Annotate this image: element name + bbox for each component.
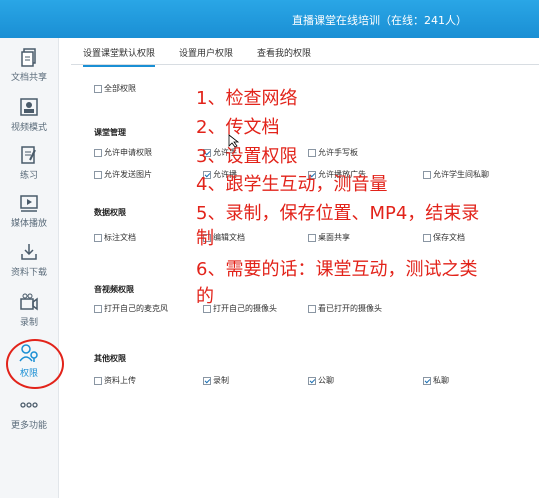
annotation-highlight-circle [6, 339, 64, 389]
sidebar-item-label: 练习 [19, 171, 38, 181]
annotation-step-4: 4、跟学生互动，测音量 [196, 174, 388, 195]
checkbox-record[interactable]: 录制 [203, 376, 229, 386]
annotation-step-6-cont: 的 [196, 286, 214, 307]
document-share-icon [21, 48, 36, 67]
annotation-step-6: 6、需要的话：课堂互动，测试之类 [196, 259, 478, 280]
window-title: 直播课堂在线培训（在线：241人） [292, 14, 467, 27]
sidebar-item-video-mode[interactable]: 视频模式 [0, 96, 58, 140]
sidebar-item-label: 录制 [19, 318, 38, 328]
checkbox-box[interactable] [94, 84, 102, 93]
section-title-classroom: 课堂管理 [94, 128, 126, 137]
more-icon [20, 402, 38, 408]
checkbox-all-permissions[interactable]: 全部权限 [94, 84, 136, 94]
annotation-step-5-cont: 制 [196, 228, 214, 249]
sidebar-item-label: 文档共享 [10, 73, 47, 83]
sidebar: 文档共享 视频模式 练习 媒体播放 资料下载 录制 权限 更多功能 [0, 38, 59, 498]
sidebar-item-record[interactable]: 录制 [0, 291, 58, 335]
checkbox-allow-student-private-chat[interactable]: 允许学生间私聊 [423, 170, 489, 180]
sidebar-item-exercise[interactable]: 练习 [0, 144, 58, 188]
sidebar-item-download[interactable]: 资料下载 [0, 241, 58, 285]
section-title-data: 数据权限 [94, 208, 126, 217]
sidebar-item-more[interactable]: 更多功能 [0, 394, 58, 438]
checkbox-private-chat[interactable]: 私聊 [423, 376, 449, 386]
annotation-step-1: 1、检查网络 [196, 88, 298, 109]
tab-bar: 设置课堂默认权限 设置用户权限 查看我的权限 [71, 38, 539, 67]
annotation-step-3: 3、设置权限 [196, 146, 298, 167]
tab-user-permissions[interactable]: 设置用户权限 [179, 46, 233, 59]
sidebar-item-document-share[interactable]: 文档共享 [0, 46, 58, 90]
mouse-cursor-icon [228, 134, 240, 148]
tab-default-permissions[interactable]: 设置课堂默认权限 [83, 46, 156, 67]
exercise-icon [21, 146, 36, 164]
sidebar-item-label: 视频模式 [10, 123, 47, 133]
checkbox-save-document[interactable]: 保存文档 [423, 233, 465, 243]
checkbox-desktop-share[interactable]: 桌面共享 [308, 233, 350, 243]
checkbox-open-microphone[interactable]: 打开自己的麦克风 [94, 304, 168, 314]
checkbox-view-open-cameras[interactable]: 看已打开的摄像头 [308, 304, 382, 314]
checkbox-open-camera[interactable]: 打开自己的摄像头 [203, 304, 277, 314]
tab-my-permissions[interactable]: 查看我的权限 [257, 46, 311, 59]
annotation-step-5: 5、录制，保存位置、MP4，结束录 [196, 203, 480, 224]
video-mode-icon [20, 98, 38, 116]
media-play-icon [20, 195, 38, 212]
section-title-av: 音视频权限 [94, 285, 134, 294]
checkbox-apply-permission[interactable]: 允许申请权限 [94, 148, 152, 158]
section-title-other: 其他权限 [94, 354, 126, 363]
checkbox-public-chat[interactable]: 公聊 [308, 376, 334, 386]
sidebar-item-label: 媒体播放 [10, 219, 47, 229]
sidebar-item-label: 资料下载 [10, 268, 47, 278]
checkbox-upload-materials[interactable]: 资料上传 [94, 376, 136, 386]
checkbox-allow-handwriting-board[interactable]: 允许手写板 [308, 148, 358, 158]
record-icon [20, 293, 38, 311]
title-bar: 直播课堂在线培训（在线：241人） [0, 0, 539, 38]
sidebar-item-media-play[interactable]: 媒体播放 [0, 192, 58, 236]
sidebar-item-label: 更多功能 [10, 421, 47, 431]
checkbox-annotate-document[interactable]: 标注文档 [94, 233, 136, 243]
download-icon [21, 244, 37, 260]
checkbox-allow-send-image[interactable]: 允许发送图片 [94, 170, 152, 180]
